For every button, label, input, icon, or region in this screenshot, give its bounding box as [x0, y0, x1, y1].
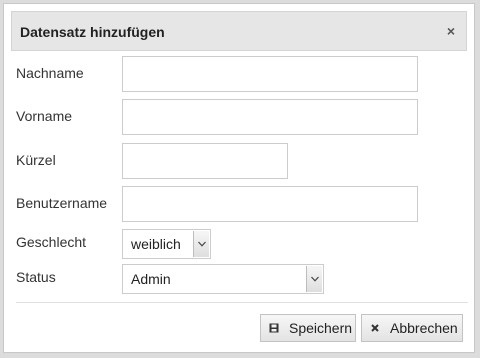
- geschlecht-label: Geschlecht: [16, 234, 87, 250]
- footer-divider: [16, 302, 468, 303]
- status-select[interactable]: Admin: [122, 264, 324, 294]
- benutzername-input[interactable]: [122, 186, 418, 222]
- vorname-input[interactable]: [122, 99, 418, 135]
- kuerzel-label: Kürzel: [16, 152, 56, 168]
- benutzername-label: Benutzername: [16, 195, 108, 211]
- x-icon: [369, 322, 381, 334]
- nachname-label: Nachname: [16, 65, 84, 81]
- chevron-down-icon[interactable]: [193, 231, 209, 257]
- status-selected-value: Admin: [131, 271, 171, 287]
- save-button[interactable]: Speichern: [260, 314, 356, 342]
- cancel-button[interactable]: Abbrechen: [361, 314, 463, 342]
- kuerzel-input[interactable]: [122, 143, 288, 179]
- chevron-down-icon[interactable]: [306, 266, 322, 292]
- floppy-disk-icon: [268, 322, 280, 334]
- geschlecht-select[interactable]: weiblich: [122, 229, 211, 259]
- add-record-dialog: Datensatz hinzufügen × Nachname Vorname …: [3, 3, 475, 353]
- dialog-titlebar[interactable]: Datensatz hinzufügen ×: [11, 11, 467, 51]
- vorname-label: Vorname: [16, 108, 73, 124]
- geschlecht-selected-value: weiblich: [131, 236, 181, 252]
- cancel-button-label: Abbrechen: [390, 320, 458, 336]
- dialog-title: Datensatz hinzufügen: [20, 24, 165, 40]
- close-icon[interactable]: ×: [442, 22, 460, 40]
- status-label: Status: [16, 269, 56, 285]
- save-button-label: Speichern: [289, 320, 353, 336]
- nachname-input[interactable]: [122, 56, 418, 92]
